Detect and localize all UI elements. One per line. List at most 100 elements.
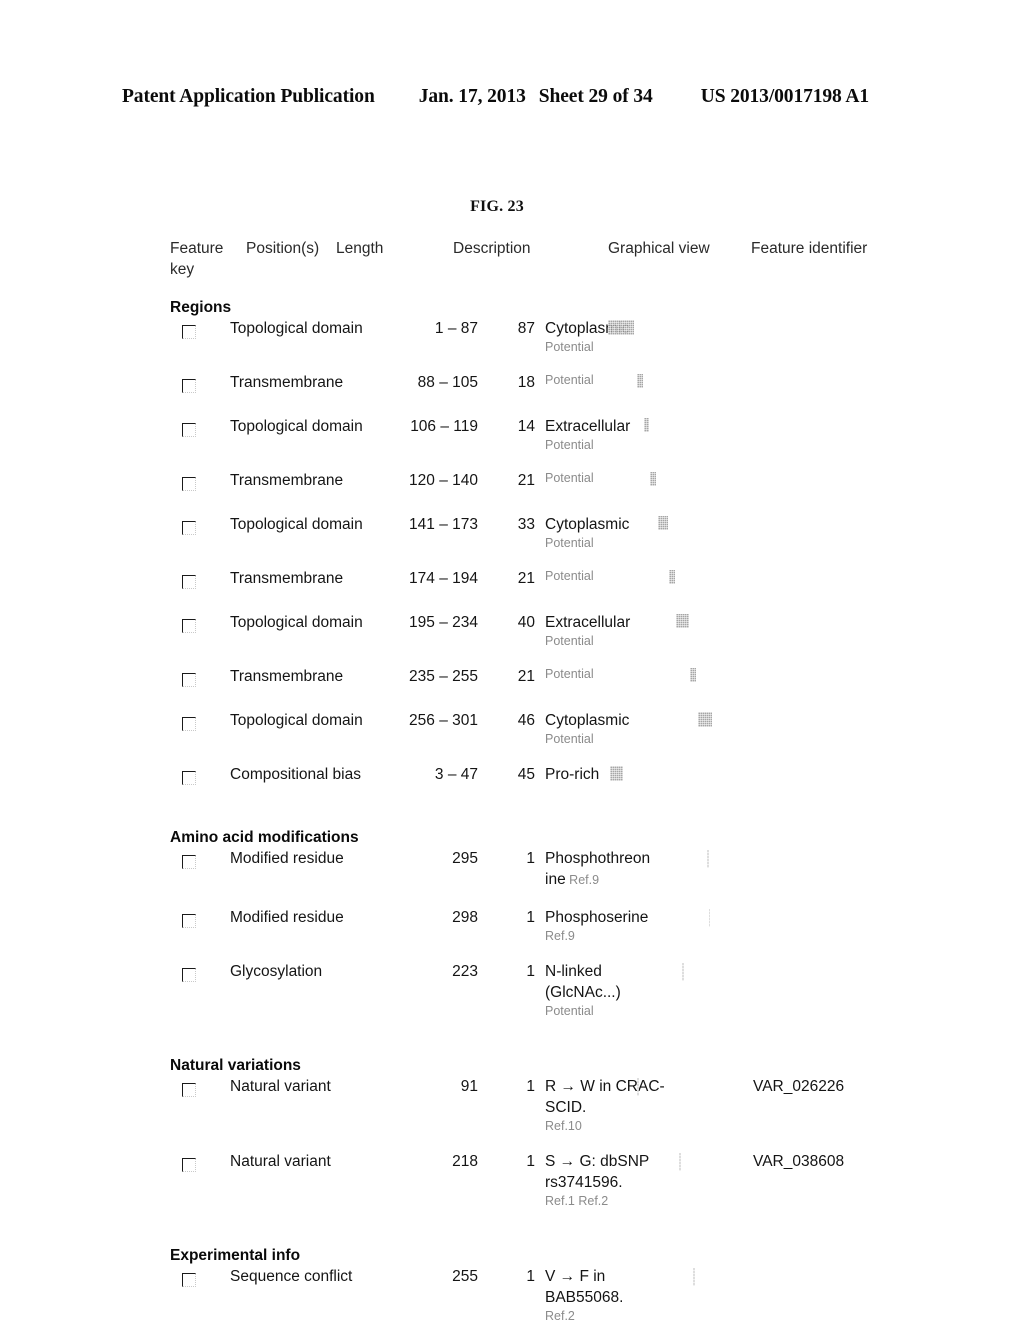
feature-name: Transmembrane xyxy=(230,374,344,391)
table-header-row: Feature key Position(s) Length Descripti… xyxy=(168,238,868,290)
graphical-view-marker xyxy=(682,963,684,981)
feature-positions: 256 – 301 xyxy=(409,712,478,729)
feature-key-cell xyxy=(168,766,230,785)
feature-positions: 298 xyxy=(452,909,478,926)
checkbox-unchecked-icon[interactable] xyxy=(182,423,196,437)
feature-name: Transmembrane xyxy=(230,668,344,685)
graphical-view-track xyxy=(608,850,763,870)
graphical-view-cell xyxy=(608,848,768,870)
graphical-view-track xyxy=(608,570,763,590)
checkbox-unchecked-icon[interactable] xyxy=(182,1158,196,1172)
checkbox-unchecked-icon[interactable] xyxy=(182,914,196,928)
feature-name: Sequence conflict xyxy=(230,1268,353,1285)
section-heading: Amino acid modifications xyxy=(170,829,359,846)
description-note: Potential xyxy=(545,1004,594,1018)
feature-length: 87 xyxy=(517,320,535,337)
table-row: Modified residue 298 1 Phosphoserine Ref.9 xyxy=(168,907,868,961)
checkbox-unchecked-icon[interactable] xyxy=(182,855,196,869)
graphical-view-track xyxy=(608,1078,763,1098)
graphical-view-marker xyxy=(693,1268,695,1286)
table-row: Topological domain 141 – 173 33 Cytoplasmic… xyxy=(168,514,868,568)
graphical-view-cell xyxy=(608,470,768,492)
graphical-view-track xyxy=(608,516,763,536)
description-note: Potential xyxy=(545,536,594,550)
graphical-view-cell xyxy=(608,1266,768,1288)
graphical-view-track xyxy=(608,320,763,340)
feature-positions: 106 – 119 xyxy=(410,418,478,435)
feature-key-cell xyxy=(168,472,230,491)
graphical-view-track xyxy=(608,909,763,929)
checkbox-unchecked-icon[interactable] xyxy=(182,379,196,393)
feature-length: 46 xyxy=(517,712,535,729)
feature-length: 21 xyxy=(517,570,535,587)
checkbox-unchecked-icon[interactable] xyxy=(182,477,196,491)
graphical-view-marker xyxy=(644,418,650,432)
table-row: Transmembrane 120 – 140 21 Potential xyxy=(168,470,868,514)
graphical-view-cell xyxy=(608,710,768,732)
table-row: Transmembrane 174 – 194 21 Potential xyxy=(168,568,868,612)
feature-key-cell xyxy=(168,963,230,982)
feature-key-cell xyxy=(168,320,230,339)
graphical-view-cell xyxy=(608,1151,768,1173)
description-note: Potential xyxy=(545,732,594,746)
feature-key-cell xyxy=(168,1078,230,1097)
feature-positions: 91 xyxy=(460,1078,478,1095)
feature-key-cell xyxy=(168,712,230,731)
feature-identifier: VAR_038608 xyxy=(753,1151,845,1172)
feature-name: Compositional bias xyxy=(230,766,361,783)
graphical-view-cell xyxy=(608,514,768,536)
checkbox-unchecked-icon[interactable] xyxy=(182,968,196,982)
figure-caption: FIG. 23 xyxy=(0,198,1024,216)
table-row: Transmembrane 235 – 255 21 Potential xyxy=(168,666,868,710)
graphical-view-marker xyxy=(637,374,643,388)
feature-key-cell xyxy=(168,570,230,589)
feature-length: 1 xyxy=(526,909,535,926)
table-row: Glycosylation 223 1 N-linked (GlcNAc...) Pot… xyxy=(168,961,868,1036)
checkbox-unchecked-icon[interactable] xyxy=(182,325,196,339)
feature-name: Modified residue xyxy=(230,909,344,926)
table-row: Topological domain 256 – 301 46 Cytoplasmic… xyxy=(168,710,868,764)
feature-positions: 218 xyxy=(452,1153,478,1170)
graphical-view-marker xyxy=(669,570,676,584)
column-header-feature-key: Feature key xyxy=(170,240,224,278)
feature-key-cell xyxy=(168,909,230,928)
feature-length: 18 xyxy=(517,374,535,391)
graphical-view-track xyxy=(608,766,763,786)
feature-table: Feature key Position(s) Length Descripti… xyxy=(168,238,868,1341)
graphical-view-track xyxy=(608,1153,763,1173)
feature-name: Transmembrane xyxy=(230,570,344,587)
feature-positions: 195 – 234 xyxy=(409,614,478,631)
graphical-view-cell xyxy=(608,961,768,983)
description-note: Potential xyxy=(545,438,594,452)
checkbox-unchecked-icon[interactable] xyxy=(182,575,196,589)
graphical-view-cell xyxy=(608,907,768,929)
checkbox-unchecked-icon[interactable] xyxy=(182,1273,196,1287)
description-note: Ref.2 xyxy=(545,1309,575,1323)
column-header-feature-identifier: Feature identifier xyxy=(751,240,868,257)
checkbox-unchecked-icon[interactable] xyxy=(182,619,196,633)
feature-positions: 255 xyxy=(452,1268,478,1285)
graphical-view-cell xyxy=(608,416,768,438)
feature-identifier-text: VAR_026226 xyxy=(753,1078,845,1095)
checkbox-unchecked-icon[interactable] xyxy=(182,717,196,731)
feature-positions: 88 – 105 xyxy=(417,374,478,391)
description-note: Ref.1 Ref.2 xyxy=(545,1194,609,1208)
feature-length: 45 xyxy=(517,766,535,783)
column-header-positions: Position(s) xyxy=(246,240,320,257)
feature-name: Modified residue xyxy=(230,850,344,867)
graphical-view-marker xyxy=(690,668,697,682)
checkbox-unchecked-icon[interactable] xyxy=(182,771,196,785)
feature-positions: 1 – 87 xyxy=(434,320,478,337)
feature-name: Topological domain xyxy=(230,320,363,337)
description-note: Potential xyxy=(545,340,594,354)
checkbox-unchecked-icon[interactable] xyxy=(182,521,196,535)
feature-length: 14 xyxy=(517,418,535,435)
checkbox-unchecked-icon[interactable] xyxy=(182,1083,196,1097)
graphical-view-cell xyxy=(608,1076,768,1098)
feature-positions: 174 – 194 xyxy=(409,570,478,587)
checkbox-unchecked-icon[interactable] xyxy=(182,673,196,687)
feature-name: Topological domain xyxy=(230,516,363,533)
sheet-number: Sheet 29 of 34 xyxy=(538,86,653,107)
